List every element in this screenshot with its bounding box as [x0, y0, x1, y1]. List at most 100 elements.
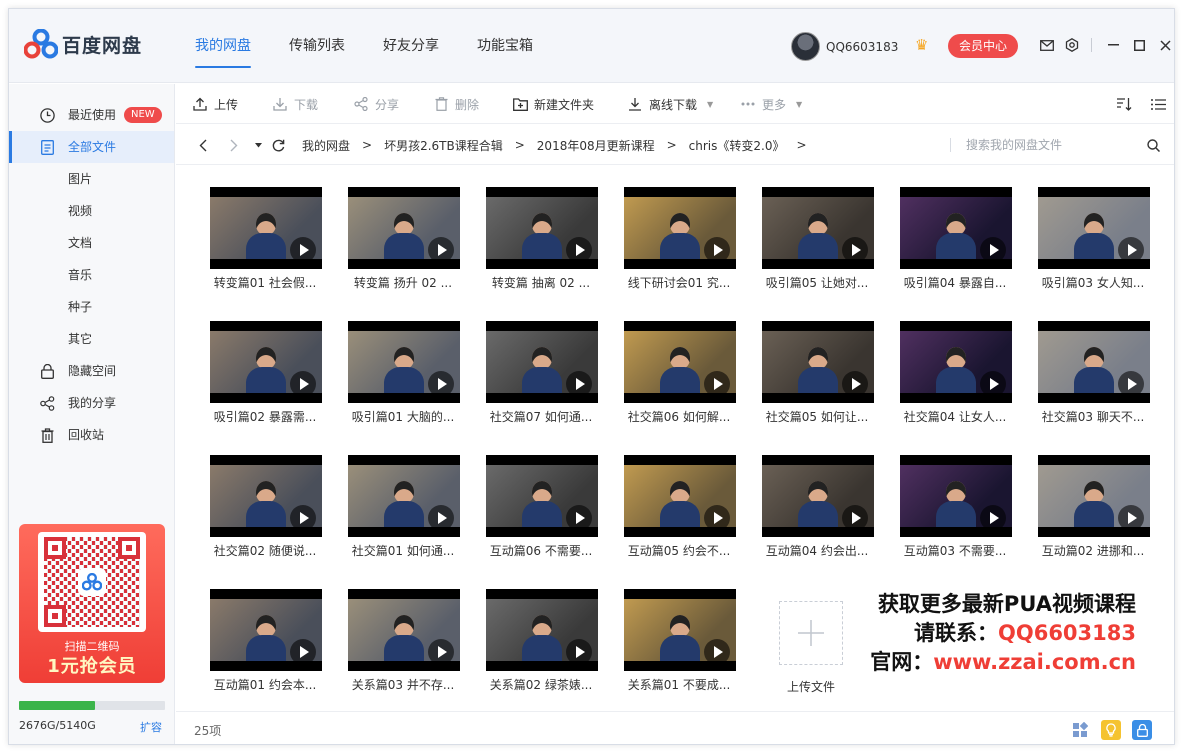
file-item[interactable]: 吸引篇04 暴露自... [891, 176, 1019, 296]
apps-grid-icon[interactable] [1070, 720, 1090, 740]
play-icon[interactable] [428, 505, 454, 531]
file-name[interactable]: 互动篇01 约会本... [201, 676, 329, 693]
file-item[interactable]: 线下研讨会01 究... [615, 176, 743, 296]
user-info[interactable]: QQ6603183 [791, 32, 898, 61]
sort-icon[interactable] [1116, 96, 1132, 112]
file-item[interactable]: 社交篇05 如何让... [753, 310, 881, 430]
video-thumbnail[interactable] [210, 455, 322, 537]
list-view-icon[interactable] [1150, 96, 1166, 112]
minimize-icon[interactable] [1100, 35, 1126, 55]
file-item[interactable]: 吸引篇02 暴露需... [201, 310, 329, 430]
video-thumbnail[interactable] [762, 455, 874, 537]
new-folder-button[interactable]: 新建文件夹 [512, 84, 594, 124]
file-name[interactable]: 互动篇02 进挪和... [1029, 542, 1157, 559]
file-name[interactable]: 转变篇 抽离 02 ... [477, 274, 605, 291]
history-dropdown-icon[interactable] [249, 136, 267, 154]
video-thumbnail[interactable] [348, 321, 460, 403]
file-item[interactable]: 关系篇02 绿茶婊... [477, 578, 605, 698]
video-thumbnail[interactable] [624, 589, 736, 671]
play-icon[interactable] [290, 237, 316, 263]
file-name[interactable]: 社交篇02 随便说... [201, 542, 329, 559]
file-name[interactable]: 吸引篇04 暴露自... [891, 274, 1019, 291]
play-icon[interactable] [566, 505, 592, 531]
file-item[interactable]: 社交篇04 让女人... [891, 310, 1019, 430]
vip-crown-icon[interactable]: ♛ [915, 37, 931, 53]
search-input[interactable] [966, 133, 1126, 157]
maximize-icon[interactable] [1126, 35, 1152, 55]
play-icon[interactable] [704, 505, 730, 531]
video-thumbnail[interactable] [210, 187, 322, 269]
more-button[interactable]: 更多 ▼ [740, 84, 802, 124]
file-item[interactable]: 社交篇07 如何通... [477, 310, 605, 430]
file-name[interactable]: 互动篇05 约会不... [615, 542, 743, 559]
lock-icon[interactable] [1132, 720, 1152, 740]
tab-toolbox[interactable]: 功能宝箱 [469, 9, 541, 83]
play-icon[interactable] [980, 237, 1006, 263]
sidebar-item-recycle-bin[interactable]: 回收站 [9, 419, 174, 451]
file-item[interactable]: 互动篇04 约会出... [753, 444, 881, 564]
video-thumbnail[interactable] [348, 187, 460, 269]
video-thumbnail[interactable] [900, 455, 1012, 537]
offline-download-button[interactable]: 离线下载 ▼ [627, 84, 713, 124]
breadcrumb-item[interactable]: chris《转变2.0》 [689, 137, 785, 154]
file-name[interactable]: 社交篇03 聊天不... [1029, 408, 1157, 425]
download-button[interactable]: 下载 [272, 84, 318, 124]
sidebar-item-docs[interactable]: 文档 [9, 227, 174, 259]
breadcrumb-item[interactable]: 我的网盘 [302, 137, 350, 154]
share-button[interactable]: 分享 [353, 84, 399, 124]
video-thumbnail[interactable] [210, 589, 322, 671]
play-icon[interactable] [842, 371, 868, 397]
play-icon[interactable] [1118, 505, 1144, 531]
sidebar-item-torrents[interactable]: 种子 [9, 291, 174, 323]
play-icon[interactable] [428, 237, 454, 263]
play-icon[interactable] [704, 639, 730, 665]
file-name[interactable]: 关系篇01 不要成... [615, 676, 743, 693]
breadcrumb-separator[interactable]: > [796, 138, 806, 152]
play-icon[interactable] [428, 371, 454, 397]
breadcrumb-item[interactable]: 2018年08月更新课程 [537, 137, 655, 154]
file-item[interactable]: 转变篇 扬升 02 ... [339, 176, 467, 296]
video-thumbnail[interactable] [900, 187, 1012, 269]
notification-bulb-icon[interactable] [1101, 720, 1121, 740]
sidebar-item-hidden-space[interactable]: 隐藏空间 [9, 355, 174, 387]
tab-transfer-list[interactable]: 传输列表 [281, 9, 353, 83]
video-thumbnail[interactable] [486, 455, 598, 537]
file-name[interactable]: 关系篇02 绿茶婊... [477, 676, 605, 693]
close-icon[interactable] [1152, 35, 1174, 55]
file-item[interactable]: 互动篇05 约会不... [615, 444, 743, 564]
play-icon[interactable] [290, 371, 316, 397]
file-item[interactable]: 社交篇03 聊天不... [1029, 310, 1157, 430]
video-thumbnail[interactable] [1038, 187, 1150, 269]
file-item[interactable]: 吸引篇01 大脑的... [339, 310, 467, 430]
play-icon[interactable] [842, 237, 868, 263]
file-item[interactable]: 转变篇01 社会假... [201, 176, 329, 296]
file-item[interactable]: 关系篇03 并不存... [339, 578, 467, 698]
mail-icon[interactable] [1037, 35, 1057, 55]
video-thumbnail[interactable] [762, 187, 874, 269]
sidebar-item-my-share[interactable]: 我的分享 [9, 387, 174, 419]
file-name[interactable]: 吸引篇03 女人知... [1029, 274, 1157, 291]
file-name[interactable]: 互动篇03 不需要... [891, 542, 1019, 559]
file-name[interactable]: 转变篇 扬升 02 ... [339, 274, 467, 291]
file-name[interactable]: 吸引篇01 大脑的... [339, 408, 467, 425]
tab-my-disk[interactable]: 我的网盘 [187, 9, 259, 83]
video-thumbnail[interactable] [624, 455, 736, 537]
avatar[interactable] [791, 32, 820, 61]
file-item[interactable]: 社交篇06 如何解... [615, 310, 743, 430]
file-item[interactable]: 互动篇03 不需要... [891, 444, 1019, 564]
file-item[interactable]: 吸引篇05 让她对... [753, 176, 881, 296]
file-name[interactable]: 社交篇07 如何通... [477, 408, 605, 425]
play-icon[interactable] [980, 371, 1006, 397]
video-thumbnail[interactable] [348, 589, 460, 671]
video-thumbnail[interactable] [1038, 455, 1150, 537]
file-name[interactable]: 转变篇01 社会假... [201, 274, 329, 291]
play-icon[interactable] [290, 505, 316, 531]
forward-arrow-icon[interactable] [225, 136, 243, 154]
chevron-down-icon[interactable]: ▼ [707, 100, 713, 109]
play-icon[interactable] [1118, 371, 1144, 397]
file-name[interactable]: 吸引篇02 暴露需... [201, 408, 329, 425]
play-icon[interactable] [1118, 237, 1144, 263]
file-item[interactable]: 互动篇01 约会本... [201, 578, 329, 698]
file-item[interactable]: 社交篇01 如何通... [339, 444, 467, 564]
file-item[interactable]: 互动篇02 进挪和... [1029, 444, 1157, 564]
